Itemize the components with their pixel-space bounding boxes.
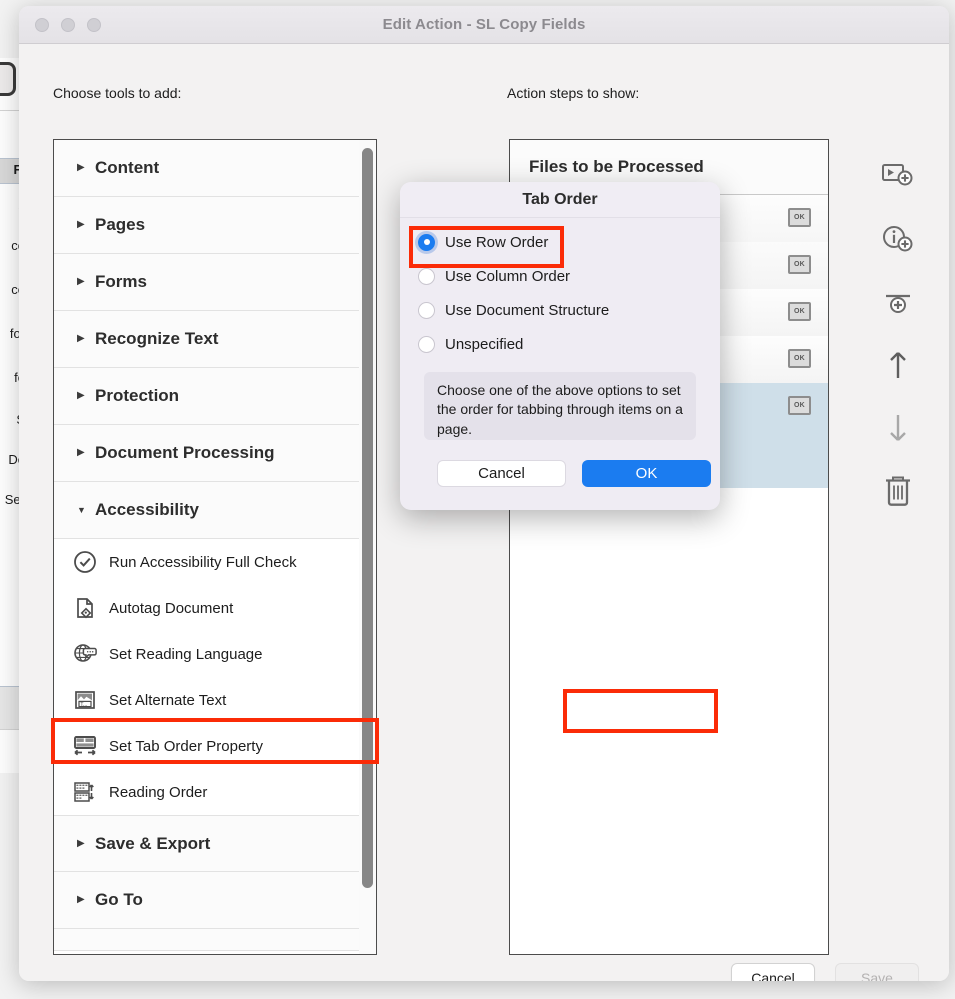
tool-set-tab-order-property[interactable]: Set Tab Order Property [54,723,376,769]
tab-order-dialog: Tab Order Use Row Order Use Column Order… [400,182,720,510]
status-badge-label: OK [794,261,805,268]
radio-label: Use Row Order [445,234,548,251]
radio-unspecified[interactable]: Unspecified [400,327,720,361]
radio-label: Use Column Order [445,268,570,285]
chevron-right-icon: ▶ [77,277,95,287]
radio-button-selected[interactable] [418,234,435,251]
chevron-down-icon: ▼ [77,506,95,515]
dialog-help-text: Choose one of the above options to set t… [424,372,696,440]
tool-group-recognize-text[interactable]: ▶ Recognize Text [54,311,376,368]
radio-label: Use Document Structure [445,302,609,319]
status-badge: OK [788,302,811,321]
globe-speech-icon [72,641,98,667]
move-up-icon[interactable] [859,333,937,396]
move-down-icon[interactable] [859,396,937,459]
status-badge: OK [788,208,811,227]
tool-reading-order[interactable]: Reading Order [54,769,376,815]
chevron-right-icon: ▶ [77,334,95,344]
group-label: Forms [95,272,147,292]
status-badge-label: OK [794,355,805,362]
tab-order-dialog-title: Tab Order [400,182,720,218]
status-badge-label: OK [794,308,805,315]
radio-use-column-order[interactable]: Use Column Order [400,259,720,293]
tab-order-icon [72,733,98,759]
tool-group-protection[interactable]: ▶ Protection [54,368,376,425]
status-badge: OK [788,396,811,415]
dialog-ok-button[interactable]: OK [582,460,711,487]
action-steps-label: Action steps to show: [507,85,639,101]
tool-group-go-to[interactable]: ▶ Go To [54,872,376,929]
tools-list-panel[interactable]: ▶ Content ▶ Pages ▶ Forms ▶ Recognize Te… [53,139,377,955]
chevron-right-icon: ▶ [77,895,95,905]
check-circle-icon [72,549,98,575]
tool-group-accessibility[interactable]: ▼ Accessibility [54,482,376,539]
chevron-right-icon: ▶ [77,448,95,458]
tool-label: Set Reading Language [109,646,262,663]
tool-autotag-document[interactable]: Autotag Document [54,585,376,631]
status-badge: OK [788,255,811,274]
tools-scrollbar-thumb[interactable] [362,148,373,888]
group-label: Accessibility [95,500,199,520]
tool-label: Run Accessibility Full Check [109,554,297,571]
radio-use-document-structure[interactable]: Use Document Structure [400,293,720,327]
tool-group-content[interactable]: ▶ Content [54,140,376,197]
radio-label: Unspecified [445,336,523,353]
choose-tools-label: Choose tools to add: [53,85,181,101]
add-divider-icon[interactable] [859,270,937,333]
tool-label: Reading Order [109,784,207,801]
status-badge-label: OK [794,214,805,221]
group-label: Document Processing [95,443,275,463]
chevron-right-icon: ▶ [77,163,95,173]
cancel-button[interactable]: Cancel [731,963,815,981]
document-tag-icon [72,595,98,621]
tool-group-forms[interactable]: ▶ Forms [54,254,376,311]
tool-run-accessibility-full-check[interactable]: Run Accessibility Full Check [54,539,376,585]
window-title: Edit Action - SL Copy Fields [19,16,949,33]
group-label: Pages [95,215,145,235]
group-label: Protection [95,386,179,406]
svg-text:T...: T... [80,702,87,708]
radio-button[interactable] [418,336,435,353]
tool-group-save-export[interactable]: ▶ Save & Export [54,815,376,872]
dialog-cancel-button[interactable]: Cancel [437,460,566,487]
radio-use-row-order[interactable]: Use Row Order [400,225,720,259]
radio-button[interactable] [418,268,435,285]
tool-group-pages[interactable]: ▶ Pages [54,197,376,254]
save-button: Save [835,963,919,981]
tool-set-alternate-text[interactable]: T... Set Alternate Text [54,677,376,723]
reading-order-icon [72,779,98,805]
status-badge-label: OK [794,402,805,409]
chevron-right-icon: ▶ [77,839,95,849]
chevron-right-icon: ▶ [77,391,95,401]
background-window-rounded-edge [0,62,16,96]
alternate-text-icon: T... [72,687,98,713]
group-label: Save & Export [95,834,210,854]
tool-label: Set Tab Order Property [109,738,263,755]
tool-label: Set Alternate Text [109,692,226,709]
window-titlebar: Edit Action - SL Copy Fields [19,6,949,44]
radio-button[interactable] [418,302,435,319]
tool-group-document-processing[interactable]: ▶ Document Processing [54,425,376,482]
status-badge: OK [788,349,811,368]
add-step-icon[interactable] [859,144,937,207]
action-toolbar [859,144,937,522]
chevron-right-icon: ▶ [77,220,95,230]
tool-set-reading-language[interactable]: Set Reading Language [54,631,376,677]
tool-label: Autotag Document [109,600,233,617]
add-instruction-icon[interactable] [859,207,937,270]
screen-root: Fi s co ce for fo S Do Ser Edit Action -… [0,0,955,999]
group-label: Recognize Text [95,329,218,349]
group-label: Content [95,158,159,178]
group-label: Go To [95,890,143,910]
delete-icon[interactable] [859,459,937,522]
